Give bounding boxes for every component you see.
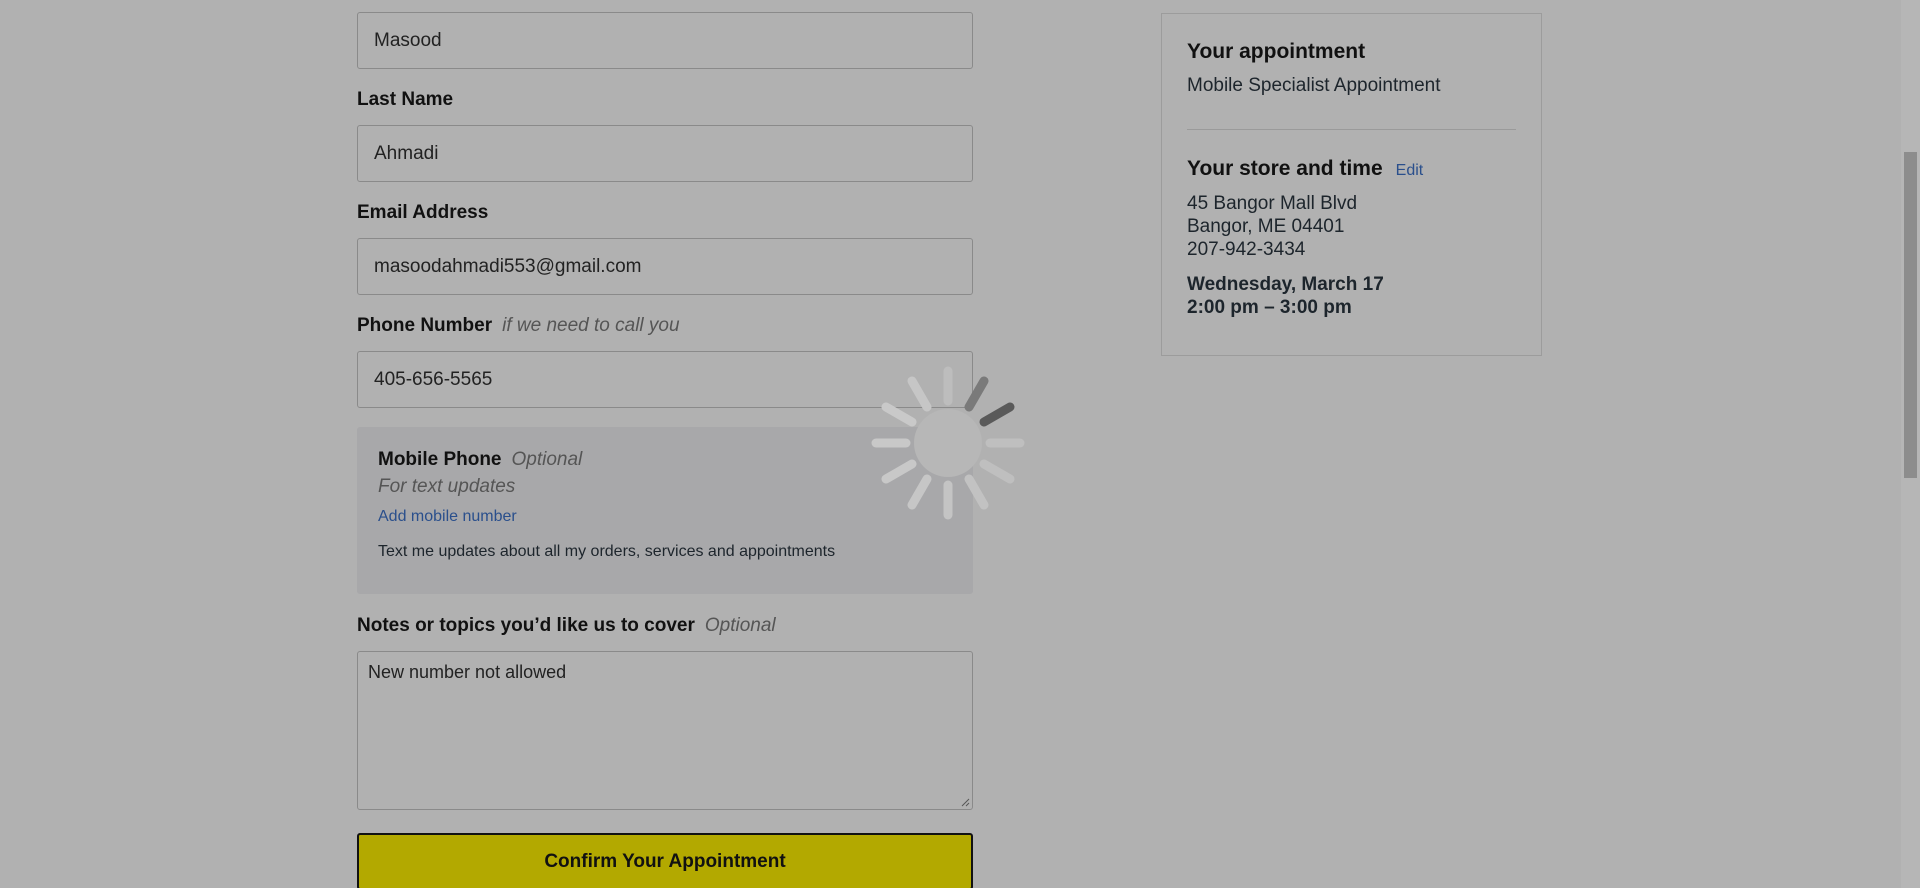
confirm-appointment-button[interactable]: Confirm Your Appointment xyxy=(357,833,973,888)
store-address: 45 Bangor Mall Blvd Bangor, ME 04401 207… xyxy=(1187,192,1516,261)
last-name-value: Ahmadi xyxy=(374,142,439,164)
page-scrollbar[interactable] xyxy=(1901,0,1920,888)
phone-label: Phone Number xyxy=(357,315,493,336)
appointment-heading: Your appointment xyxy=(1187,40,1366,63)
page: Masood Last Name Ahmadi Email Address ma… xyxy=(0,0,1920,888)
appointment-time: 2:00 pm – 3:00 pm xyxy=(1187,297,1352,318)
last-name-label: Last Name xyxy=(357,89,454,110)
appointment-summary: Your appointment Mobile Specialist Appoi… xyxy=(1161,13,1542,356)
edit-store-link[interactable]: Edit xyxy=(1396,162,1424,180)
address-line-1: 45 Bangor Mall Blvd xyxy=(1187,193,1358,214)
notes-textarea[interactable]: New number not allowed xyxy=(357,651,973,810)
first-name-input[interactable]: Masood xyxy=(357,12,973,69)
appointment-name: Mobile Specialist Appointment xyxy=(1187,75,1441,96)
email-label: Email Address xyxy=(357,202,489,223)
mobile-phone-subtitle: For text updates xyxy=(378,476,516,497)
phone-hint: if we need to call you xyxy=(502,315,680,336)
mobile-phone-title-row: Mobile Phone Optional xyxy=(378,449,952,471)
first-name-value: Masood xyxy=(374,29,442,51)
add-mobile-number-link[interactable]: Add mobile number xyxy=(378,507,952,527)
summary-divider xyxy=(1187,129,1516,130)
phone-label-row: Phone Number if we need to call you xyxy=(357,315,973,337)
notes-optional: Optional xyxy=(704,615,776,636)
last-name-input[interactable]: Ahmadi xyxy=(357,125,973,182)
notes-value: New number not allowed xyxy=(368,662,567,682)
mobile-phone-title: Mobile Phone xyxy=(378,449,502,470)
email-input[interactable]: masoodahmadi553@gmail.com xyxy=(357,238,973,295)
phone-value: 405-656-5565 xyxy=(374,368,493,390)
notes-label-row: Notes or topics you’d like us to cover Op… xyxy=(357,615,973,637)
text-updates-note: Text me updates about all my orders, ser… xyxy=(378,543,836,560)
store-heading: Your store and time xyxy=(1187,157,1383,180)
mobile-phone-optional: Optional xyxy=(511,449,583,470)
store-phone: 207-942-3434 xyxy=(1187,239,1306,260)
resize-grip-icon[interactable] xyxy=(960,797,970,807)
notes-label: Notes or topics you’d like us to cover xyxy=(357,615,695,636)
email-value: masoodahmadi553@gmail.com xyxy=(374,255,642,277)
appointment-date: Wednesday, March 17 xyxy=(1187,274,1384,295)
appointment-when: Wednesday, March 17 2:00 pm – 3:00 pm xyxy=(1187,273,1516,319)
address-line-2: Bangor, ME 04401 xyxy=(1187,216,1345,237)
scrollbar-thumb[interactable] xyxy=(1904,152,1917,478)
loading-spinner-icon xyxy=(871,366,1025,520)
store-heading-row: Your store and time Edit xyxy=(1187,157,1516,181)
